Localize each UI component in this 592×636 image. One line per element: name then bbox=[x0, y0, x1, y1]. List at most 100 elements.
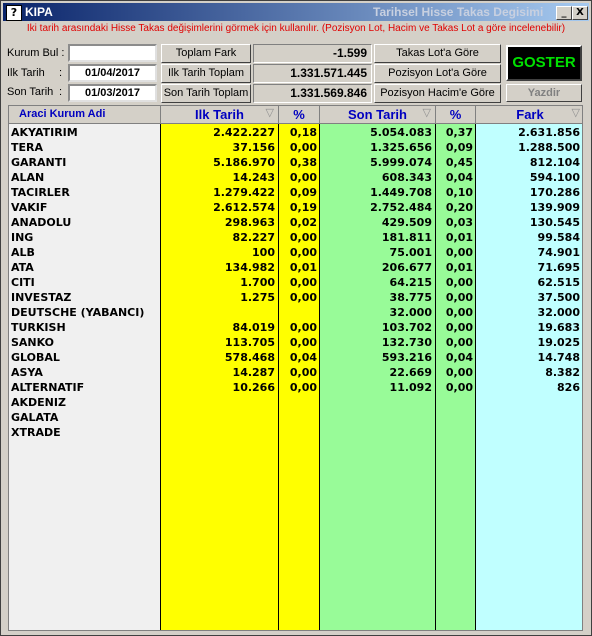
cell-ilk: 578.468 bbox=[224, 351, 275, 364]
title-bar[interactable]: ? KIPA Tarihsel Hisse Takas Degisimi _ X bbox=[3, 3, 589, 21]
cell-fark: 139.909 bbox=[529, 201, 580, 214]
info-text: Iki tarih arasındaki Hisse Takas değişim… bbox=[26, 23, 566, 34]
cell-son: 132.730 bbox=[381, 336, 432, 349]
cell-fark: 19.025 bbox=[537, 336, 580, 349]
cell-son-pct: 0,09 bbox=[445, 141, 473, 154]
ilk-tarih-toplam-value: 1.331.571.445 bbox=[253, 64, 372, 83]
cell-ilk-pct: 0,00 bbox=[289, 246, 317, 259]
cell-ilk-pct: 0,00 bbox=[289, 171, 317, 184]
window-title: KIPA bbox=[25, 5, 53, 19]
cell-name: CITI bbox=[11, 276, 35, 289]
goster-button[interactable]: GOSTER bbox=[506, 45, 582, 81]
cell-name: ALB bbox=[11, 246, 35, 259]
cell-name: TACIRLER bbox=[11, 186, 70, 199]
cell-name: VAKIF bbox=[11, 201, 48, 214]
cell-ilk: 84.019 bbox=[232, 321, 275, 334]
cell-son-pct: 0,00 bbox=[445, 336, 473, 349]
cell-ilk: 14.287 bbox=[232, 366, 275, 379]
cell-fark bbox=[476, 395, 580, 410]
cell-name: DEUTSCHE (YABANCI) bbox=[11, 306, 145, 319]
cell-son: 103.702 bbox=[381, 321, 432, 334]
cell-ilk-pct bbox=[279, 410, 317, 425]
cell-ilk-pct: 0,00 bbox=[289, 321, 317, 334]
yazdir-button[interactable]: Yazdir bbox=[506, 84, 582, 102]
minimize-button[interactable]: _ bbox=[556, 6, 572, 20]
cell-son-pct: 0,00 bbox=[445, 246, 473, 259]
cell-name: ANADOLU bbox=[11, 216, 72, 229]
cell-ilk: 14.243 bbox=[232, 171, 275, 184]
cell-name: AKYATIRIM bbox=[11, 126, 78, 139]
cell-ilk-pct: 0,04 bbox=[289, 351, 317, 364]
cell-son-pct: 0,04 bbox=[445, 351, 473, 364]
ilk-tarih-label: Ilk Tarih bbox=[7, 67, 45, 79]
header-son-pct[interactable]: % bbox=[436, 106, 476, 124]
cell-son: 38.775 bbox=[389, 291, 432, 304]
cell-son-pct bbox=[436, 410, 473, 425]
header-kurum[interactable]: Araci Kurum Adi bbox=[9, 106, 161, 124]
cell-name: GALATA bbox=[11, 411, 59, 424]
son-tarih-colon: : bbox=[59, 86, 63, 98]
cell-ilk: 134.982 bbox=[224, 261, 275, 274]
header-kurum-label: Araci Kurum Adi bbox=[19, 108, 106, 120]
cell-name: XTRADE bbox=[11, 426, 61, 439]
cell-ilk bbox=[161, 425, 275, 440]
cell-ilk-pct: 0,00 bbox=[289, 336, 317, 349]
data-grid[interactable]: Araci Kurum Adi Ilk Tarih ▽ % Son Tarih ▽ … bbox=[8, 105, 583, 631]
cell-ilk: 2.422.227 bbox=[213, 126, 275, 139]
close-button[interactable]: X bbox=[572, 6, 588, 20]
cell-son: 32.000 bbox=[389, 306, 432, 319]
cell-son-pct: 0,00 bbox=[445, 321, 473, 334]
ilk-tarih-input[interactable]: 01/04/2017 bbox=[68, 64, 157, 82]
cell-ilk: 100 bbox=[252, 246, 275, 259]
header-ilk[interactable]: Ilk Tarih ▽ bbox=[161, 106, 279, 124]
cell-ilk-pct bbox=[279, 305, 317, 320]
cell-ilk: 10.266 bbox=[232, 381, 275, 394]
cell-son: 608.343 bbox=[381, 171, 432, 184]
cell-son bbox=[320, 425, 432, 440]
cell-ilk-pct: 0,01 bbox=[289, 261, 317, 274]
son-tarih-input[interactable]: 01/03/2017 bbox=[68, 84, 157, 102]
son-tarih-toplam-label: Son Tarih Toplam bbox=[161, 84, 251, 103]
cell-ilk: 113.705 bbox=[224, 336, 275, 349]
cell-son: 11.092 bbox=[389, 381, 432, 394]
cell-fark: 812.104 bbox=[529, 156, 580, 169]
sort-down-icon[interactable]: ▽ bbox=[423, 106, 431, 119]
ilk-tarih-toplam-label: Ilk Tarih Toplam bbox=[161, 64, 251, 83]
cell-fark: 1.288.500 bbox=[518, 141, 580, 154]
cell-son: 1.449.708 bbox=[370, 186, 432, 199]
header-son[interactable]: Son Tarih ▽ bbox=[320, 106, 436, 124]
cell-fark: 74.901 bbox=[537, 246, 580, 259]
cell-son bbox=[320, 410, 432, 425]
cell-son: 22.669 bbox=[389, 366, 432, 379]
sort-down-icon[interactable]: ▽ bbox=[572, 106, 580, 119]
pozisyon-lot-button[interactable]: Pozisyon Lot'a Göre bbox=[374, 64, 501, 83]
cell-son: 75.001 bbox=[389, 246, 432, 259]
cell-son-pct: 0,00 bbox=[445, 366, 473, 379]
cell-son: 5.999.074 bbox=[370, 156, 432, 169]
app-icon[interactable]: ? bbox=[6, 5, 22, 21]
cell-ilk-pct: 0,19 bbox=[289, 201, 317, 214]
cell-son-pct: 0,01 bbox=[445, 231, 473, 244]
cell-fark: 2.631.856 bbox=[518, 126, 580, 139]
header-son-label: Son Tarih bbox=[348, 107, 407, 122]
cell-ilk-pct: 0,02 bbox=[289, 216, 317, 229]
cell-son: 429.509 bbox=[381, 216, 432, 229]
pozisyon-hacim-button[interactable]: Pozisyon Hacim'e Göre bbox=[374, 84, 501, 103]
window-subtitle: Tarihsel Hisse Takas Degisimi bbox=[373, 5, 544, 19]
cell-ilk: 5.186.970 bbox=[213, 156, 275, 169]
cell-fark: 32.000 bbox=[537, 306, 580, 319]
cell-son-pct: 0,45 bbox=[445, 156, 473, 169]
cell-name: TURKISH bbox=[11, 321, 66, 334]
cell-son bbox=[320, 395, 432, 410]
cell-son: 593.216 bbox=[381, 351, 432, 364]
kurum-bul-input[interactable] bbox=[68, 44, 157, 62]
header-fark[interactable]: Fark ▽ bbox=[476, 106, 582, 124]
cell-fark: 130.545 bbox=[529, 216, 580, 229]
sort-down-icon[interactable]: ▽ bbox=[266, 106, 274, 119]
cell-fark: 62.515 bbox=[537, 276, 580, 289]
cell-ilk bbox=[161, 395, 275, 410]
takas-lot-button[interactable]: Takas Lot'a Göre bbox=[374, 44, 501, 63]
cell-son-pct bbox=[436, 395, 473, 410]
header-ilk-pct[interactable]: % bbox=[279, 106, 320, 124]
cell-son-pct: 0,00 bbox=[445, 291, 473, 304]
